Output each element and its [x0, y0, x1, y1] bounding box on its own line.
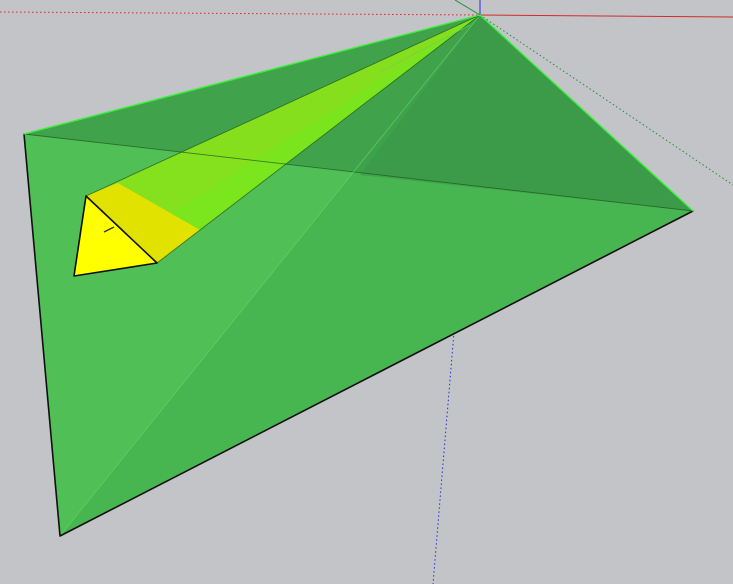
red-axis-solid — [479, 14, 733, 18]
modeling-viewport[interactable] — [0, 0, 733, 584]
green-axis-solid — [454, 0, 481, 16]
pyramid[interactable] — [23, 14, 694, 537]
red-axis-dotted — [0, 11, 481, 16]
blue-axis-dotted — [432, 319, 456, 584]
